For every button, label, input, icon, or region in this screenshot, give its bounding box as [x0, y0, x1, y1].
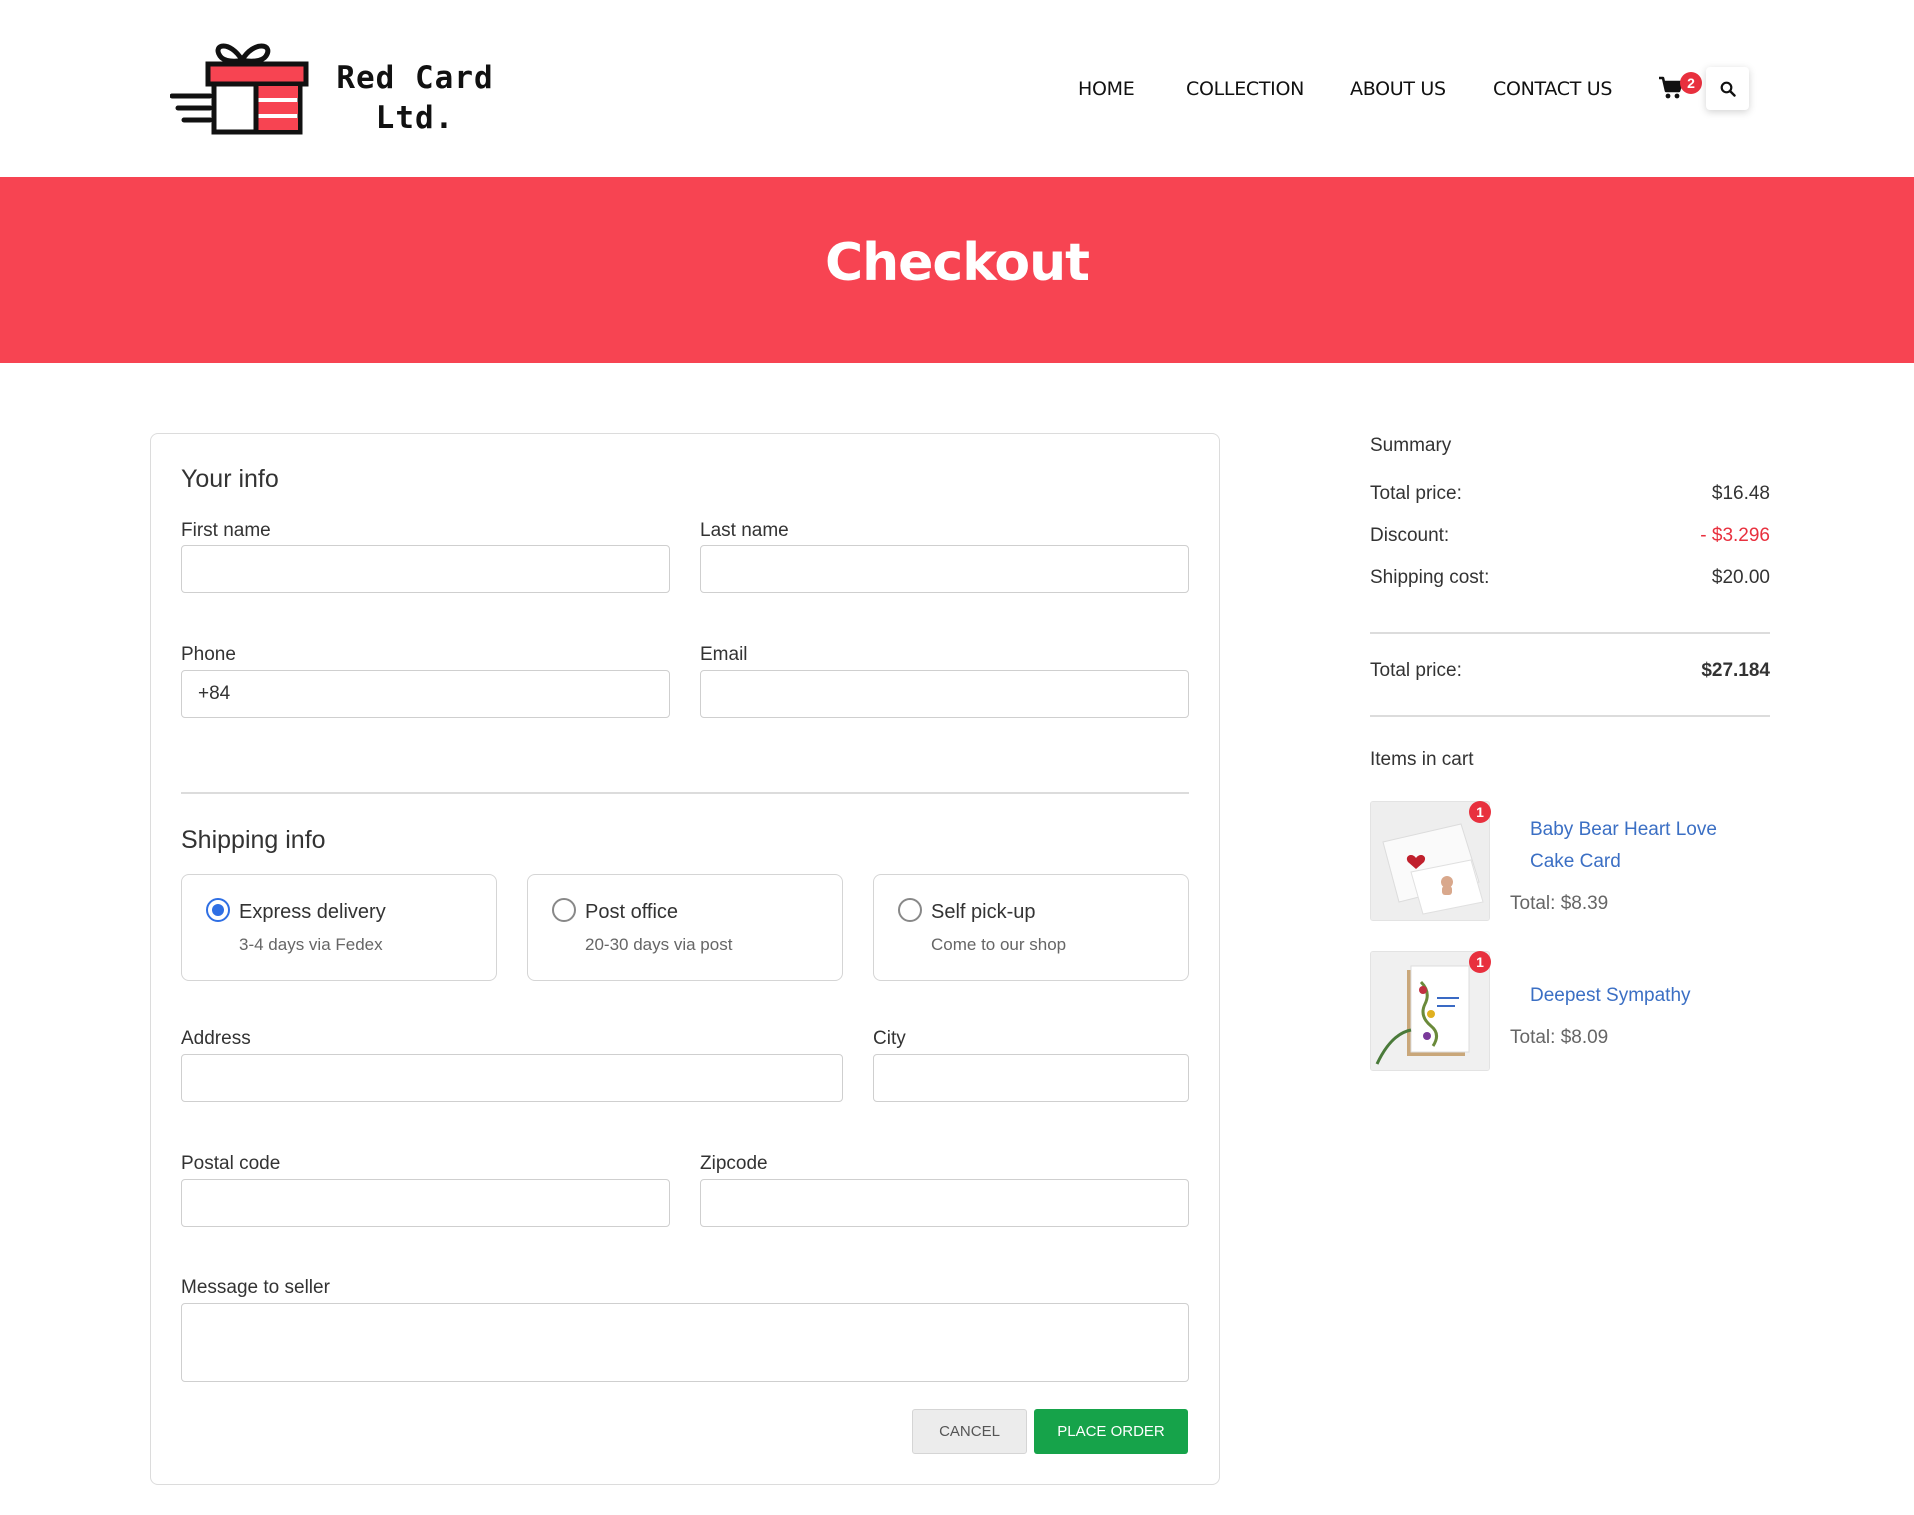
- cart-count-badge: 2: [1680, 72, 1702, 94]
- phone-field[interactable]: [181, 670, 670, 718]
- first-name-field[interactable]: [181, 545, 670, 593]
- express-title: Express delivery: [239, 901, 386, 923]
- cart-item-total: Total: $8.39: [1510, 893, 1609, 914]
- last-name-label: Last name: [700, 520, 789, 541]
- city-field[interactable]: [873, 1054, 1189, 1102]
- your-info-title: Your info: [181, 465, 279, 493]
- postal-code-field[interactable]: [181, 1179, 670, 1227]
- summary-divider-bottom: [1370, 715, 1770, 717]
- cart-item-qty-badge: 1: [1469, 801, 1491, 823]
- items-in-cart-title: Items in cart: [1370, 749, 1474, 770]
- shipping-option-express[interactable]: Express delivery 3-4 days via Fedex: [181, 874, 497, 981]
- shipping-option-self-pickup[interactable]: Self pick-up Come to our shop: [873, 874, 1189, 981]
- phone-label: Phone: [181, 644, 236, 665]
- nav-contact-us[interactable]: CONTACT US: [1493, 78, 1612, 100]
- gift-logo-icon: [170, 43, 309, 135]
- cart-item-name[interactable]: Deepest Sympathy: [1530, 980, 1750, 1012]
- shipping-info-title: Shipping info: [181, 826, 326, 854]
- post-office-title: Post office: [585, 901, 679, 923]
- address-field[interactable]: [181, 1054, 843, 1102]
- page-title: Checkout: [824, 233, 1090, 293]
- express-subtitle: 3-4 days via Fedex: [239, 935, 383, 954]
- email-label: Email: [700, 644, 748, 665]
- self-pickup-subtitle: Come to our shop: [931, 935, 1067, 954]
- shipping-option-post-office[interactable]: Post office 20-30 days via post: [527, 874, 843, 981]
- zipcode-field[interactable]: [700, 1179, 1189, 1227]
- address-label: Address: [181, 1028, 251, 1049]
- grand-total-label: Total price:: [1370, 660, 1462, 681]
- summary-title: Summary: [1370, 435, 1452, 456]
- shipping-cost-label: Shipping cost:: [1370, 567, 1490, 588]
- search-button[interactable]: [1706, 67, 1749, 110]
- zipcode-label: Zipcode: [700, 1153, 768, 1174]
- brand-name-line1: Red Card: [336, 60, 494, 96]
- cancel-button[interactable]: CANCEL: [912, 1409, 1027, 1454]
- first-name-label: First name: [181, 520, 271, 541]
- grand-total-value: $27.184: [1701, 660, 1770, 681]
- page-banner: Checkout: [0, 177, 1914, 363]
- nav-collection[interactable]: COLLECTION: [1186, 78, 1304, 100]
- total-price-label: Total price:: [1370, 483, 1462, 504]
- message-to-seller-field[interactable]: [181, 1303, 1189, 1382]
- site-header: Red Card Ltd. HOME COLLECTION ABOUT US C…: [0, 0, 1914, 177]
- postal-code-label: Postal code: [181, 1153, 281, 1174]
- brand-logo[interactable]: Red Card Ltd.: [170, 38, 510, 142]
- total-price-value: $16.48: [1711, 483, 1770, 504]
- discount-value: - $3.296: [1700, 525, 1770, 546]
- summary-divider-top: [1370, 632, 1770, 634]
- place-order-button[interactable]: PLACE ORDER: [1034, 1409, 1188, 1454]
- form-divider: [181, 792, 1189, 794]
- cart-item-qty-badge: 1: [1469, 951, 1491, 973]
- message-label: Message to seller: [181, 1277, 330, 1298]
- email-field[interactable]: [700, 670, 1189, 718]
- self-pickup-title: Self pick-up: [931, 901, 1036, 923]
- discount-label: Discount:: [1370, 525, 1450, 546]
- last-name-field[interactable]: [700, 545, 1189, 593]
- nav-home[interactable]: HOME: [1078, 78, 1135, 100]
- shipping-cost-value: $20.00: [1711, 567, 1770, 588]
- brand-name: Red Card Ltd.: [330, 58, 500, 138]
- self-pickup-radio[interactable]: [898, 898, 922, 922]
- nav-about-us[interactable]: ABOUT US: [1350, 78, 1446, 100]
- post-office-subtitle: 20-30 days via post: [585, 935, 733, 954]
- brand-name-line2: Ltd.: [375, 100, 455, 136]
- city-label: City: [873, 1028, 906, 1049]
- cart-item-name[interactable]: Baby Bear Heart Love Cake Card: [1530, 814, 1750, 878]
- cart-item-total: Total: $8.09: [1510, 1027, 1609, 1048]
- express-radio[interactable]: [206, 898, 230, 922]
- search-icon: [1720, 81, 1736, 97]
- post-office-radio[interactable]: [552, 898, 576, 922]
